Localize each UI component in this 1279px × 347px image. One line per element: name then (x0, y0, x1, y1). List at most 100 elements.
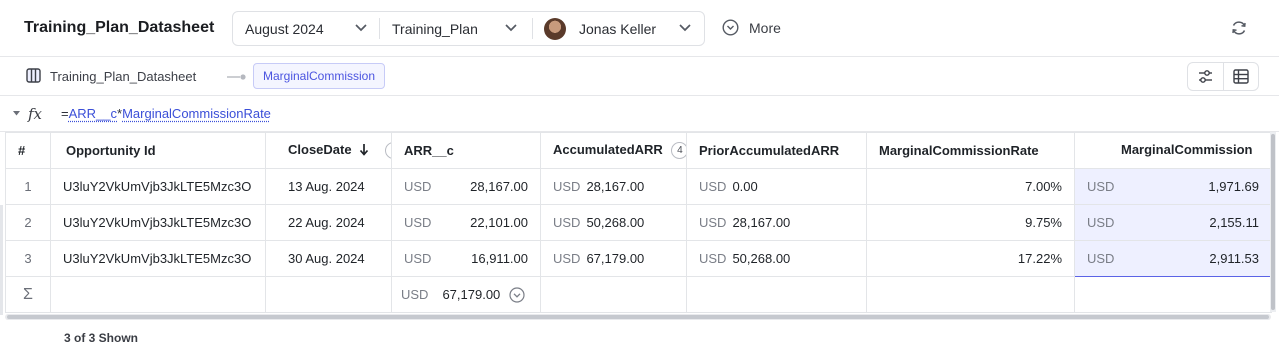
summary-row: Σ USD 67,179.00 (5, 276, 1272, 313)
column-header-closedate[interactable]: CloseDate 2 (265, 132, 392, 169)
caret-down-icon[interactable] (12, 110, 21, 117)
table-row[interactable]: 3 U3luY2VkUmVjb3JkLTE5Mzc3O 30 Aug. 2024… (5, 240, 1272, 277)
chevron-down-icon (355, 24, 367, 32)
cell-rate[interactable]: 17.22% (866, 240, 1075, 277)
fx-icon: fx (28, 105, 43, 123)
chevron-down-circle-icon[interactable] (509, 286, 525, 303)
cell-opportunity[interactable]: U3luY2VkUmVjb3JkLTE5Mzc3O (50, 168, 266, 205)
cell-closedate[interactable]: 13 Aug. 2024 (265, 168, 392, 205)
formula-prefix: = (61, 106, 69, 121)
row-index: 2 (5, 204, 51, 241)
sigma-icon: Σ (5, 276, 51, 313)
currency-label: USD (401, 286, 429, 302)
more-button[interactable]: More (722, 19, 781, 36)
cell-arr[interactable]: USD 16,911.00 (391, 240, 541, 277)
column-header-accumulated-label: AccumulatedARR (553, 141, 663, 157)
divider (532, 18, 533, 39)
plan-select[interactable]: Training_Plan (392, 12, 527, 45)
data-table: # Opportunity Id CloseDate 2 ARR__c Accu… (5, 132, 1272, 313)
cell-prior-value: 28,167.00 (732, 215, 791, 230)
cell-accumulated-value: 50,268.00 (586, 215, 645, 230)
cell-arr[interactable]: USD 22,101.00 (391, 204, 541, 241)
cell-prior[interactable]: USD 50,268.00 (686, 240, 867, 277)
cell-opportunity[interactable]: U3luY2VkUmVjb3JkLTE5Mzc3O (50, 204, 266, 241)
cell-accumulated-value: 28,167.00 (586, 179, 645, 194)
table-row[interactable]: 1 U3luY2VkUmVjb3JkLTE5Mzc3O 13 Aug. 2024… (5, 168, 1272, 205)
period-select[interactable]: August 2024 (245, 12, 380, 45)
column-header-accumulated[interactable]: AccumulatedARR 4 (540, 132, 687, 169)
context-picker: August 2024 Training_Plan Jonas Keller (232, 11, 705, 46)
divider (1223, 63, 1224, 90)
cell-prior[interactable]: USD 28,167.00 (686, 204, 867, 241)
row-count-status: 3 of 3 Shown (64, 331, 139, 345)
cell-prior[interactable]: USD 0.00 (686, 168, 867, 205)
breadcrumb-sheet[interactable]: Training_Plan_Datasheet (50, 69, 196, 84)
breadcrumb: Training_Plan_Datasheet MarginalCommissi… (0, 57, 1279, 96)
column-header-prior[interactable]: PriorAccumulatedARR (686, 132, 867, 169)
table-row[interactable]: 2 U3luY2VkUmVjb3JkLTE5Mzc3O 22 Aug. 2024… (5, 204, 1272, 241)
row-gutter (0, 205, 3, 315)
currency-label: USD (699, 251, 727, 266)
currency-label: USD (1087, 251, 1115, 266)
cell-accumulated[interactable]: USD 67,179.00 (540, 240, 687, 277)
cell-prior-value: 0.00 (732, 179, 758, 194)
cell-commission-value: 2,155.11 (1209, 215, 1259, 230)
sheet-icon (26, 68, 41, 83)
refresh-icon[interactable] (1230, 19, 1248, 37)
link-connector-icon (227, 74, 246, 80)
summary-cell[interactable] (1074, 276, 1272, 313)
cell-rate[interactable]: 7.00% (866, 168, 1075, 205)
summary-arr-total: 67,179.00 (442, 286, 501, 302)
column-header-commission-label: MarginalCommission (1121, 141, 1253, 157)
column-header-rate[interactable]: MarginalCommissionRate (866, 132, 1075, 169)
formula-ref-arr[interactable]: ARR__c (69, 106, 117, 121)
currency-label: USD (699, 179, 727, 194)
cell-commission-value: 1,971.69 (1208, 179, 1259, 194)
breadcrumb-column-tag[interactable]: MarginalCommission (253, 63, 386, 89)
cell-arr[interactable]: USD 28,167.00 (391, 168, 541, 205)
row-index: 1 (5, 168, 51, 205)
cell-accumulated[interactable]: USD 28,167.00 (540, 168, 687, 205)
user-select[interactable]: Jonas Keller (544, 12, 704, 45)
currency-label: USD (553, 179, 581, 194)
formula-ref-rate[interactable]: MarginalCommissionRate (122, 106, 271, 121)
currency-label: USD (404, 251, 432, 266)
sort-down-icon[interactable] (359, 143, 369, 156)
column-header-opportunity[interactable]: Opportunity Id (50, 132, 266, 169)
summary-cell[interactable] (866, 276, 1075, 313)
summary-cell[interactable] (50, 276, 266, 313)
cell-closedate[interactable]: 30 Aug. 2024 (265, 240, 392, 277)
cell-accumulated[interactable]: USD 50,268.00 (540, 204, 687, 241)
cell-prior-value: 50,268.00 (732, 251, 791, 266)
cell-rate[interactable]: 9.75% (866, 204, 1075, 241)
summary-cell[interactable] (686, 276, 867, 313)
plan-value: Training_Plan (392, 20, 478, 37)
formula-bar: fx =ARR__c*MarginalCommissionRate (0, 96, 1279, 132)
cell-arr-value: 22,101.00 (470, 215, 528, 230)
cell-arr-value: 28,167.00 (470, 179, 528, 194)
column-header-arr[interactable]: ARR__c (391, 132, 541, 169)
cell-commission[interactable]: USD 2,155.11 (1074, 204, 1272, 241)
vertical-scrollbar[interactable] (1270, 132, 1276, 312)
page-title: Training_Plan_Datasheet (24, 19, 215, 36)
scrollbar-thumb[interactable] (7, 315, 1269, 319)
scrollbar-thumb[interactable] (1271, 134, 1275, 310)
horizontal-scrollbar[interactable] (5, 314, 1271, 320)
summary-cell-arr[interactable]: USD 67,179.00 (391, 276, 541, 313)
divider (379, 18, 380, 39)
summary-cell[interactable] (540, 276, 687, 313)
table-header-row: # Opportunity Id CloseDate 2 ARR__c Accu… (5, 132, 1272, 169)
cell-opportunity[interactable]: U3luY2VkUmVjb3JkLTE5Mzc3O (50, 240, 266, 277)
cell-commission[interactable]: USD 1,971.69 (1074, 168, 1272, 205)
cell-commission[interactable]: USD 2,911.53 (1074, 240, 1272, 277)
filter-settings-icon[interactable] (1197, 69, 1214, 85)
cell-closedate[interactable]: 22 Aug. 2024 (265, 204, 392, 241)
currency-label: USD (404, 215, 432, 230)
summary-cell[interactable] (265, 276, 392, 313)
column-header-commission[interactable]: $ MarginalCommission (1074, 132, 1272, 169)
formula-input[interactable]: =ARR__c*MarginalCommissionRate (61, 106, 271, 121)
currency-label: USD (553, 251, 581, 266)
currency-label: USD (1087, 179, 1115, 194)
table-view-icon[interactable] (1233, 69, 1249, 84)
row-index: 3 (5, 240, 51, 277)
